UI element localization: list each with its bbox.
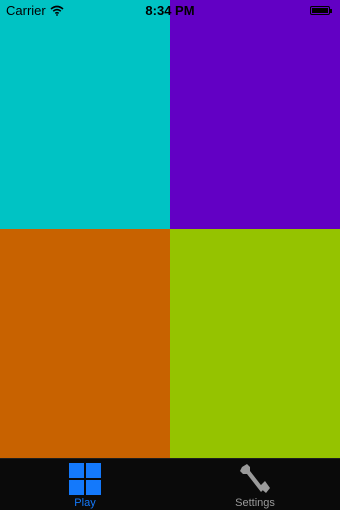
tile-top-right[interactable] (170, 0, 340, 229)
clock: 8:34 PM (145, 3, 195, 18)
tile-bottom-right[interactable] (170, 229, 340, 458)
tab-play[interactable]: Play (0, 459, 170, 510)
tab-play-label: Play (74, 497, 96, 509)
color-grid (0, 0, 340, 458)
wrench-icon (240, 464, 270, 493)
battery-icon (310, 6, 332, 15)
tile-top-left[interactable] (0, 0, 170, 229)
tile-bottom-left[interactable] (0, 229, 170, 458)
tab-bar: Play Settings (0, 458, 340, 510)
tab-settings[interactable]: Settings (170, 459, 340, 510)
grid-icon (69, 463, 101, 495)
status-bar: Carrier 8:34 PM (0, 0, 340, 22)
tab-settings-label: Settings (235, 497, 275, 509)
